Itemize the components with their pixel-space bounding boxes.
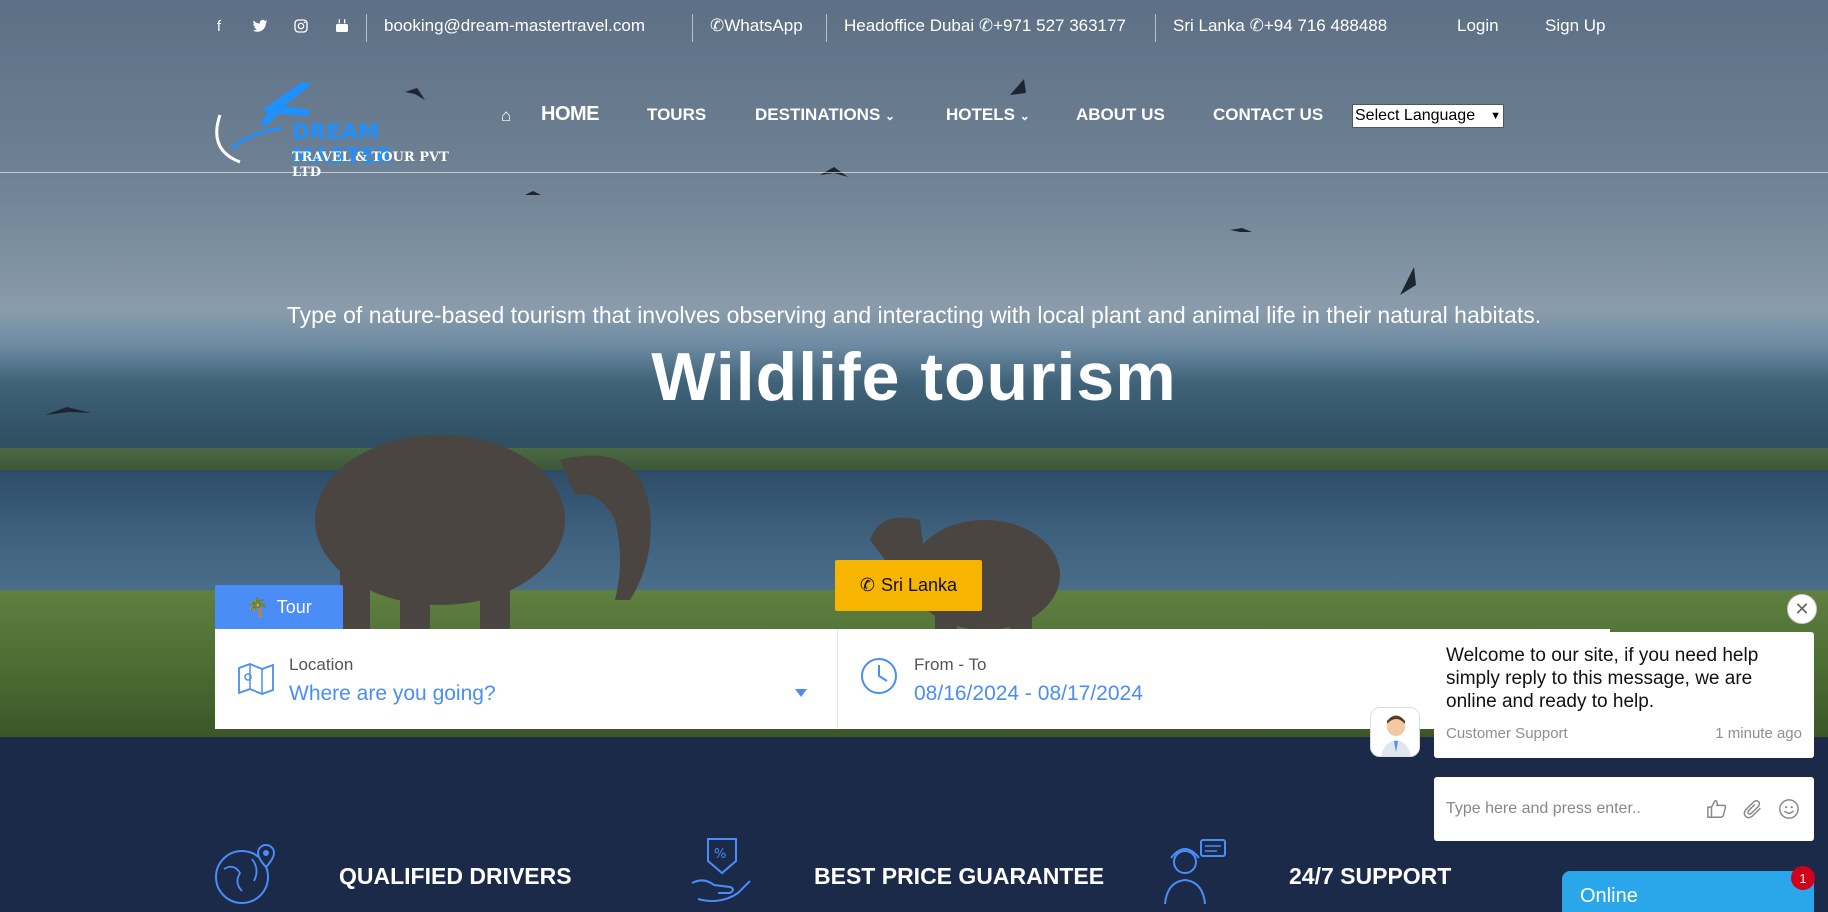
nav-contact[interactable]: CONTACT US bbox=[1213, 105, 1323, 125]
chat-message: Welcome to our site, if you need help si… bbox=[1434, 632, 1814, 758]
location-select[interactable]: Where are you going? bbox=[289, 682, 496, 706]
login-link[interactable]: Login bbox=[1457, 16, 1499, 36]
topbar-divider bbox=[366, 14, 367, 42]
chat-message-text: Welcome to our site, if you need help si… bbox=[1446, 645, 1759, 712]
phone-icon: ✆ bbox=[1249, 16, 1264, 35]
close-icon[interactable]: ✕ bbox=[1787, 594, 1817, 624]
emoji-icon[interactable] bbox=[1776, 796, 1802, 822]
logo-subtitle: TRAVEL & TOUR PVT LTD bbox=[292, 150, 449, 180]
email-link[interactable]: booking@dream-mastertravel.com bbox=[384, 16, 645, 36]
topbar-divider bbox=[826, 14, 827, 42]
map-icon bbox=[238, 663, 274, 695]
globe-pin-icon bbox=[215, 843, 276, 904]
location-label: Location bbox=[289, 655, 354, 674]
date-label: From - To bbox=[914, 655, 987, 674]
facebook-icon[interactable]: f bbox=[210, 18, 228, 36]
language-select-value: Select Language bbox=[1355, 107, 1476, 124]
dubai-label: Headoffice Dubai bbox=[844, 16, 975, 35]
svg-text:%: % bbox=[714, 847, 726, 862]
srilanka-contact[interactable]: Sri Lanka ✆+94 716 488488 bbox=[1173, 16, 1387, 36]
phone-icon: ✆ bbox=[978, 16, 994, 35]
topbar-divider bbox=[1155, 14, 1156, 42]
hero-section: f booking@dream-mastertravel.com ✆WhatsA… bbox=[0, 0, 1828, 737]
chevron-down-icon: ▼ bbox=[1490, 110, 1501, 122]
date-range-input[interactable]: 08/16/2024 - 08/17/2024 bbox=[914, 682, 1143, 706]
nav-about[interactable]: ABOUT US bbox=[1076, 105, 1165, 125]
srilanka-call-button[interactable]: ✆ Sri Lanka bbox=[835, 560, 982, 611]
attachment-icon[interactable] bbox=[1740, 796, 1766, 822]
feature-title: 24/7 SUPPORT bbox=[1289, 863, 1452, 889]
nav-home[interactable]: HOME bbox=[541, 103, 600, 126]
signup-link[interactable]: Sign Up bbox=[1545, 16, 1605, 36]
dubai-phone: +971 527 363177 bbox=[993, 16, 1126, 35]
language-select[interactable]: Select Language ▼ bbox=[1352, 104, 1504, 128]
chat-time: 1 minute ago bbox=[1715, 725, 1802, 742]
tab-tour[interactable]: 🌴 Tour bbox=[215, 585, 343, 629]
whatsapp-label: WhatsApp bbox=[724, 16, 803, 35]
feature-title: BEST PRICE GUARANTEE bbox=[814, 863, 1105, 889]
youtube-icon[interactable] bbox=[333, 18, 351, 36]
nav-destinations[interactable]: DESTINATIONS ⌄ bbox=[755, 105, 895, 125]
palm-tree-icon: 🌴 bbox=[246, 596, 269, 617]
nav-hotels[interactable]: HOTELS ⌄ bbox=[946, 105, 1030, 125]
whatsapp-link[interactable]: ✆WhatsApp bbox=[710, 16, 803, 36]
nav-hotels-label: HOTELS bbox=[946, 105, 1015, 124]
feature-title: QUALIFIED DRIVERS bbox=[339, 863, 572, 889]
social-links: f bbox=[210, 18, 351, 36]
chat-meta: Customer Support 1 minute ago bbox=[1446, 725, 1802, 742]
main-nav: DREAM MASTER TRAVEL & TOUR PVT LTD ⌂ HOM… bbox=[0, 60, 1828, 180]
hero-title: Wildlife tourism bbox=[651, 339, 1177, 415]
srilanka-label: Sri Lanka bbox=[1173, 16, 1245, 35]
topbar-divider bbox=[692, 14, 693, 42]
unread-badge: 1 bbox=[1791, 866, 1815, 890]
chat-input[interactable]: Type here and press enter.. bbox=[1434, 777, 1814, 841]
twitter-icon[interactable] bbox=[251, 18, 269, 36]
hero-subtitle: Type of nature-based tourism that involv… bbox=[286, 302, 1542, 328]
chevron-down-icon[interactable] bbox=[795, 689, 807, 697]
chevron-down-icon: ⌄ bbox=[1019, 109, 1030, 123]
chat-online-toggle[interactable]: Online bbox=[1562, 871, 1814, 912]
dubai-contact[interactable]: Headoffice Dubai ✆+971 527 363177 bbox=[844, 16, 1126, 36]
nav-tours[interactable]: TOURS bbox=[647, 105, 706, 125]
chevron-down-icon: ⌄ bbox=[885, 109, 896, 123]
srilanka-call-label: Sri Lanka bbox=[881, 575, 958, 595]
chat-author: Customer Support bbox=[1446, 725, 1568, 742]
search-divider bbox=[837, 629, 838, 729]
srilanka-phone: +94 716 488488 bbox=[1263, 16, 1388, 35]
home-icon[interactable]: ⌂ bbox=[501, 106, 511, 126]
support-agent-icon bbox=[1164, 839, 1226, 905]
site-logo[interactable]: DREAM MASTER TRAVEL & TOUR PVT LTD bbox=[212, 70, 482, 180]
price-tag-hand-icon: % bbox=[691, 838, 751, 902]
thumbs-up-icon[interactable] bbox=[1704, 796, 1730, 822]
whatsapp-icon: ✆ bbox=[710, 16, 725, 35]
chat-input-placeholder[interactable]: Type here and press enter.. bbox=[1446, 800, 1694, 818]
top-bar: f booking@dream-mastertravel.com ✆WhatsA… bbox=[0, 0, 1828, 58]
support-avatar bbox=[1370, 707, 1420, 757]
clock-icon bbox=[861, 658, 897, 694]
nav-destinations-label: DESTINATIONS bbox=[755, 105, 881, 124]
instagram-icon[interactable] bbox=[292, 18, 310, 36]
phone-icon: ✆ bbox=[859, 575, 876, 595]
tab-tour-label: Tour bbox=[276, 596, 312, 617]
